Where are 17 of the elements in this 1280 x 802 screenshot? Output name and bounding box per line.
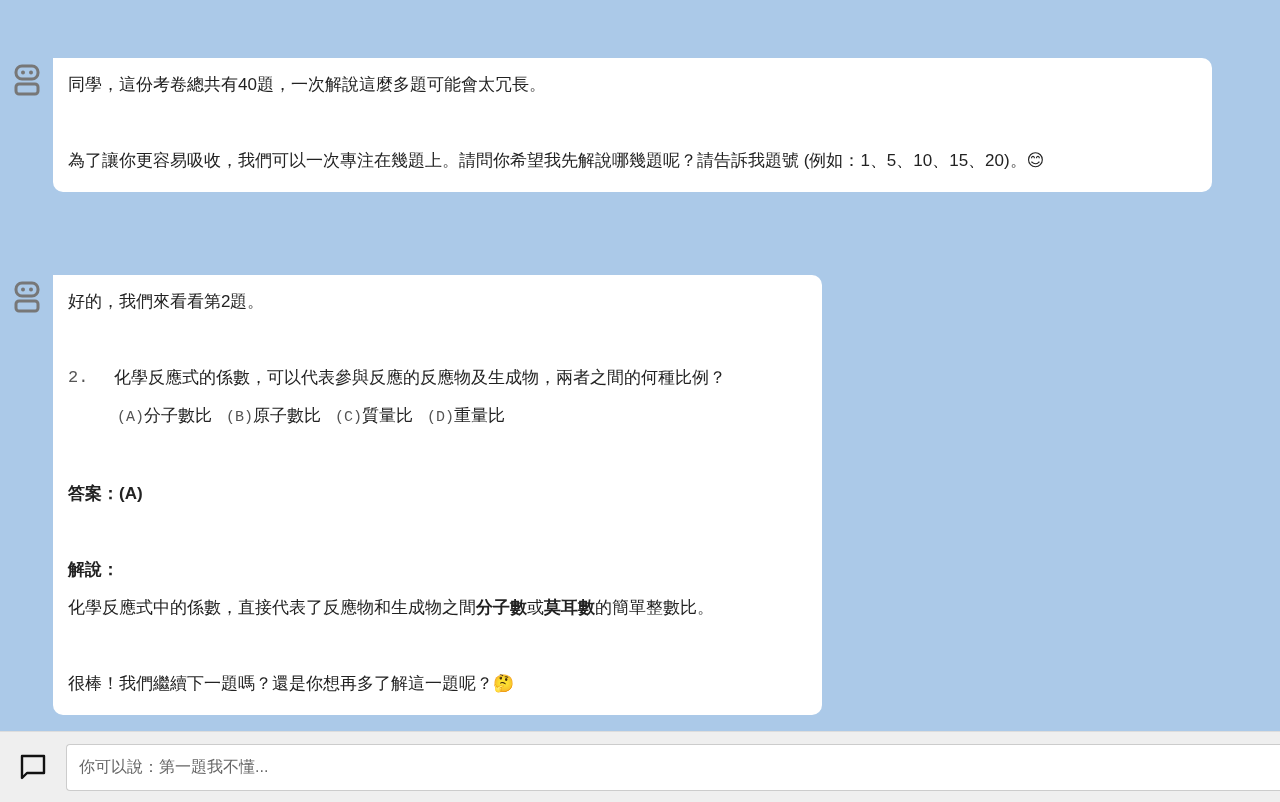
question-text: 化學反應式的係數，可以代表參與反應的反應物及生成物，兩者之間的何種比例？ [114, 367, 726, 389]
answer-label: 答案：(A) [68, 483, 144, 505]
message-text: 好的，我們來看看第2題。 [68, 291, 266, 313]
message-text: 很棒！我們繼續下一題嗎？還是你想再多了解這一題呢？🤔 [68, 673, 515, 695]
message-text: 為了讓你更容易吸收，我們可以一次專注在幾題上。請問你希望我先解說哪幾題呢？請告訴我題號 (例如：1、5、10、15、20)。😊 [68, 150, 1046, 172]
explanation-text: 化學反應式中的係數，直接代表了反應物和生成物之間分子數或莫耳數的簡單整數比。 [68, 597, 715, 619]
section-heading: 解說： [68, 559, 120, 581]
robot-icon [13, 64, 40, 96]
answer-option: (A)分子數比 [117, 406, 212, 425]
chat-bubble-icon [20, 754, 46, 780]
answer-option: (C)質量比 [335, 406, 414, 425]
message-input[interactable]: 你可以說：第一題我不懂... [66, 743, 1280, 791]
message-text: 同學，這份考卷總共有40題，一次解說這麼多題可能會太冗長。 [68, 74, 547, 96]
question-number: 2. [68, 367, 90, 389]
answer-option: (D)重量比 [427, 406, 506, 425]
robot-icon [13, 281, 40, 313]
answer-option: (B)原子數比 [226, 406, 322, 425]
